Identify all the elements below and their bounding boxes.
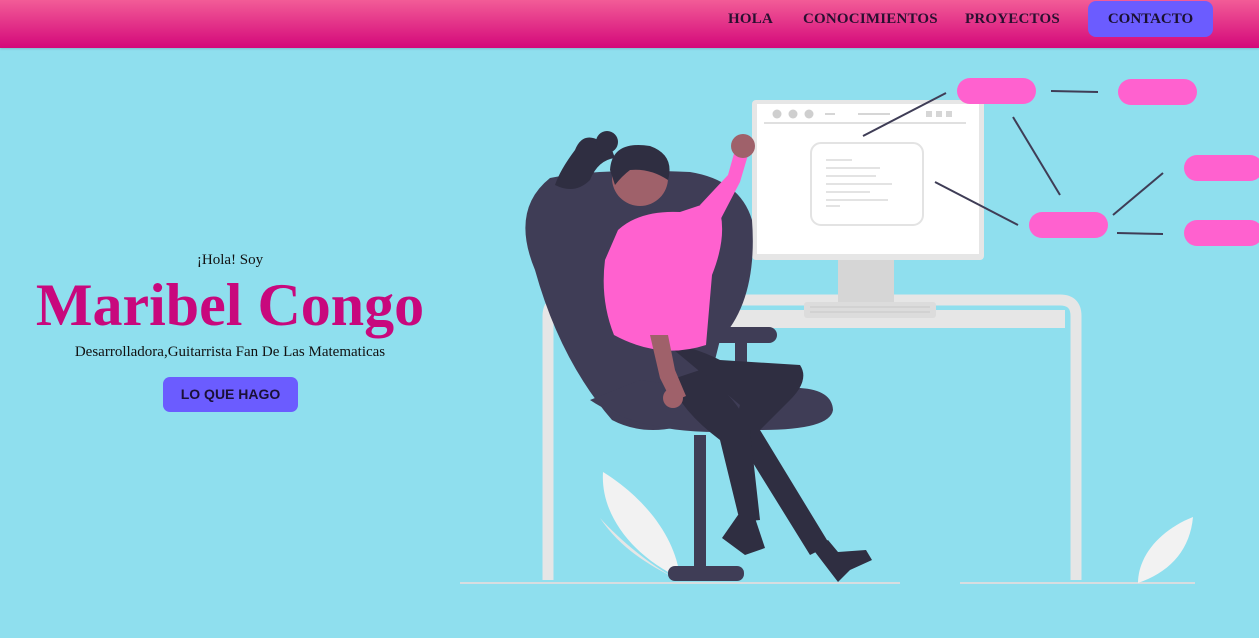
hero-greeting: ¡Hola! Soy [196, 252, 264, 268]
node-pill [1184, 220, 1259, 246]
nav-link-proyectos[interactable]: PROYECTOS [965, 11, 1060, 28]
person-hand-raised [731, 134, 755, 158]
monitor-stand [838, 255, 894, 305]
plant-leaf-right [1138, 517, 1193, 583]
node-pill [1184, 155, 1259, 181]
contact-button[interactable]: CONTACTO [1088, 1, 1213, 37]
shoe-left [722, 515, 765, 555]
lo-que-hago-button[interactable]: LO QUE HAGO [163, 377, 298, 412]
top-navbar: HOLA CONOCIMIENTOS PROYECTOS CONTACTO [0, 0, 1259, 48]
plant-leaf-left [602, 472, 680, 578]
developer-illustration [460, 78, 1259, 584]
hero-subtitle: Desarrolladora,Guitarrista Fan De Las Ma… [74, 344, 386, 360]
chair-base [668, 566, 744, 581]
node-pill [1029, 212, 1108, 238]
node-pill [957, 78, 1036, 104]
node-pill [1118, 79, 1197, 105]
nav-link-conocimientos[interactable]: CONOCIMIENTOS [803, 11, 938, 28]
hero-name: Maribel Congo [35, 272, 425, 338]
shoe-right [812, 540, 872, 582]
keyboard [804, 302, 936, 318]
nav-link-hola[interactable]: HOLA [728, 11, 773, 28]
